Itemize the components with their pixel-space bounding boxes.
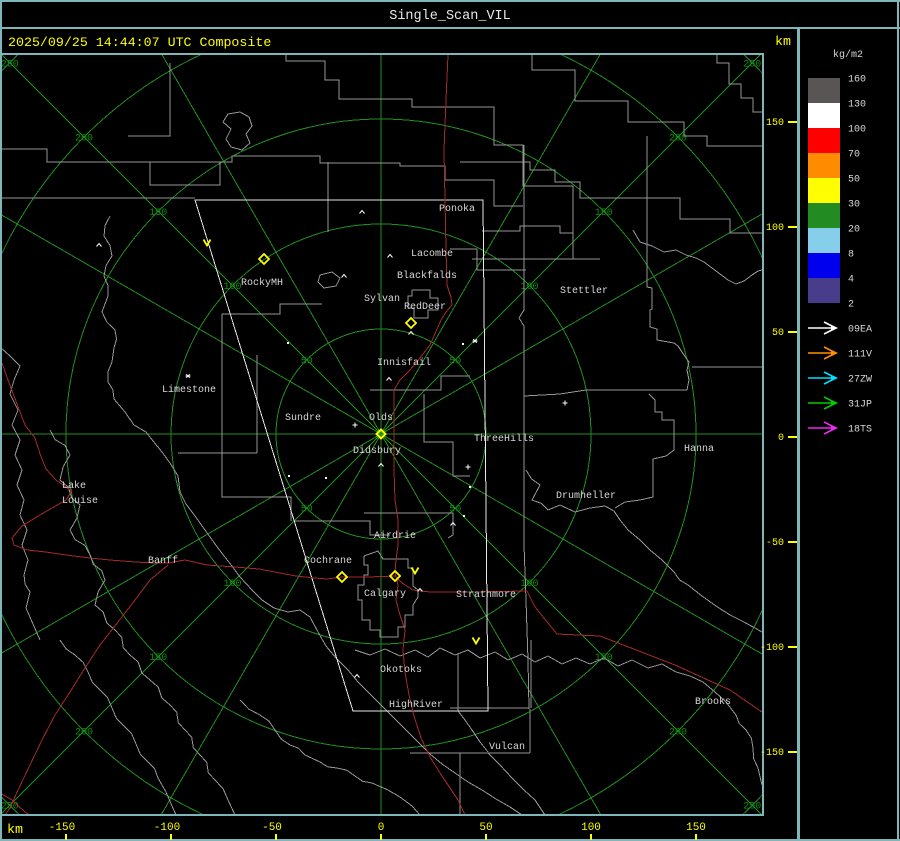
svg-text:Brooks: Brooks <box>695 696 731 708</box>
svg-text:250: 250 <box>743 802 761 813</box>
svg-text:Single_Scan_VIL: Single_Scan_VIL <box>389 9 511 24</box>
svg-text:160: 160 <box>848 75 866 86</box>
svg-text:2: 2 <box>848 300 854 311</box>
svg-text:Sylvan: Sylvan <box>364 293 400 305</box>
svg-text:09EA: 09EA <box>848 325 872 336</box>
svg-text:30: 30 <box>848 200 860 211</box>
svg-text:111V: 111V <box>848 350 872 361</box>
svg-text:Okotoks: Okotoks <box>380 664 422 676</box>
svg-text:150: 150 <box>149 208 167 219</box>
svg-text:50: 50 <box>449 505 461 516</box>
svg-text:150: 150 <box>686 822 706 834</box>
svg-text:50: 50 <box>301 505 313 516</box>
svg-text:100: 100 <box>223 579 241 590</box>
svg-text:Olds: Olds <box>369 412 393 424</box>
svg-text:Louise: Louise <box>62 495 98 507</box>
svg-text:250: 250 <box>1 59 19 70</box>
svg-text:Hanna: Hanna <box>684 444 714 455</box>
svg-text:Ponoka: Ponoka <box>439 203 475 215</box>
svg-text:100: 100 <box>848 125 866 136</box>
svg-text:27ZW: 27ZW <box>848 375 872 386</box>
svg-text:0: 0 <box>378 822 385 834</box>
svg-text:150: 150 <box>595 208 613 219</box>
svg-text:50: 50 <box>848 175 860 186</box>
svg-text:8: 8 <box>848 250 854 261</box>
svg-text:HighRiver: HighRiver <box>389 699 443 711</box>
svg-text:RedDeer: RedDeer <box>404 301 446 313</box>
svg-text:200: 200 <box>75 134 93 145</box>
svg-text:ThreeHills: ThreeHills <box>474 433 534 445</box>
svg-text:130: 130 <box>848 100 866 111</box>
svg-text:Limestone: Limestone <box>162 384 216 396</box>
svg-text:Banff: Banff <box>148 555 178 567</box>
svg-text:18TS: 18TS <box>848 425 872 436</box>
svg-text:100: 100 <box>520 579 538 590</box>
svg-text:-150: -150 <box>49 822 75 834</box>
svg-text:Stettler: Stettler <box>560 285 608 297</box>
svg-text:km: km <box>775 34 791 49</box>
svg-text:50: 50 <box>301 356 313 367</box>
svg-text:250: 250 <box>743 59 761 70</box>
svg-text:70: 70 <box>848 150 860 161</box>
svg-text:Sundre: Sundre <box>285 412 321 424</box>
svg-text:-150: -150 <box>760 748 784 759</box>
svg-text:200: 200 <box>669 728 687 739</box>
svg-text:Vulcan: Vulcan <box>489 741 525 753</box>
svg-text:Calgary: Calgary <box>364 588 406 600</box>
svg-text:Airdrie: Airdrie <box>374 530 416 542</box>
svg-text:-50: -50 <box>262 822 282 834</box>
svg-text:2025/09/25 14:44:07 UTC Compos: 2025/09/25 14:44:07 UTC Composite <box>8 35 271 50</box>
svg-text:31JP: 31JP <box>848 400 872 411</box>
svg-text:50: 50 <box>449 356 461 367</box>
svg-text:100: 100 <box>581 822 601 834</box>
svg-text:50: 50 <box>772 328 784 339</box>
svg-text:0: 0 <box>778 433 784 444</box>
svg-text:4: 4 <box>848 275 854 286</box>
svg-text:150: 150 <box>595 653 613 664</box>
svg-text:-100: -100 <box>154 822 180 834</box>
svg-text:20: 20 <box>848 225 860 236</box>
svg-text:150: 150 <box>766 118 784 129</box>
svg-text:100: 100 <box>766 223 784 234</box>
svg-text:50: 50 <box>479 822 492 834</box>
svg-text:Cochrane: Cochrane <box>304 555 352 567</box>
svg-text:Blackfalds: Blackfalds <box>397 270 457 282</box>
svg-text:Strathmore: Strathmore <box>456 589 516 601</box>
svg-text:100: 100 <box>223 282 241 293</box>
svg-text:Drumheller: Drumheller <box>556 490 616 502</box>
svg-text:200: 200 <box>75 728 93 739</box>
svg-text:Lacombe: Lacombe <box>411 248 453 260</box>
svg-text:RockyMH: RockyMH <box>241 277 283 289</box>
svg-text:-50: -50 <box>766 538 784 549</box>
svg-text:km: km <box>7 822 23 837</box>
svg-text:150: 150 <box>149 653 167 664</box>
svg-text:Innisfail: Innisfail <box>377 357 431 369</box>
svg-text:kg/m2: kg/m2 <box>833 49 863 61</box>
svg-text:-100: -100 <box>760 643 784 654</box>
svg-text:Didsbury: Didsbury <box>353 445 401 457</box>
svg-text:Lake: Lake <box>62 480 86 492</box>
svg-text:100: 100 <box>520 282 538 293</box>
